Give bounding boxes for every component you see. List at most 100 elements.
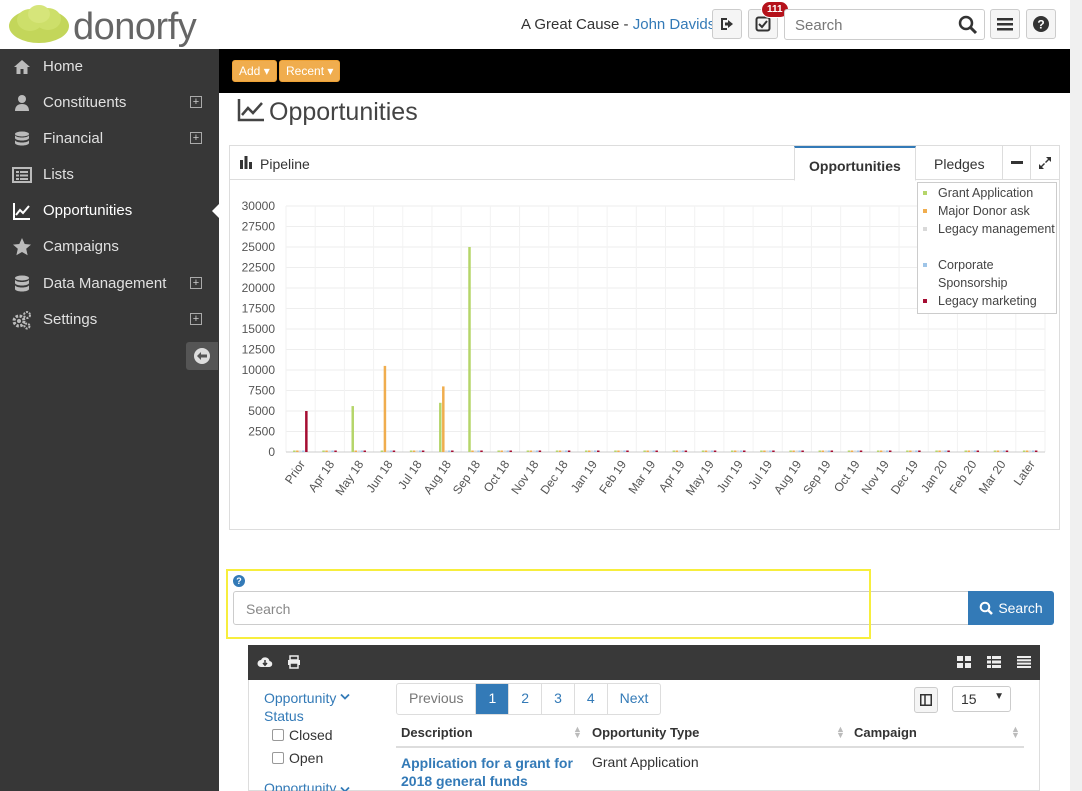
search-button[interactable]: Search	[968, 591, 1054, 625]
user-name-link[interactable]: John Davids	[633, 16, 716, 33]
sidebar-item-lists[interactable]: Lists	[0, 157, 219, 193]
column-chooser-button[interactable]	[914, 687, 938, 713]
bar	[597, 450, 600, 452]
page-size-value: 15	[961, 691, 977, 707]
bar	[772, 450, 775, 452]
x-tick-label: Feb 20	[947, 457, 980, 496]
column-header-campaign[interactable]: Campaign	[854, 725, 917, 740]
previous-page-button[interactable]: Previous	[397, 684, 477, 714]
bar	[439, 402, 442, 452]
expand-icon[interactable]: +	[190, 96, 202, 108]
filter-opportunity-group2[interactable]: Opportunity	[264, 780, 350, 791]
bar	[973, 450, 977, 452]
grid-view-icon[interactable]	[957, 656, 971, 668]
description-link[interactable]: Application for a grant for 2018 general…	[401, 754, 576, 790]
results-toolbar	[248, 645, 1040, 680]
x-tick-label: Dec 18	[538, 457, 571, 496]
tab-opportunities[interactable]: Opportunities	[794, 146, 916, 181]
cloud-download-icon[interactable]	[257, 655, 273, 669]
bar	[847, 450, 851, 452]
bar	[947, 450, 950, 452]
filter-closed-checkbox[interactable]	[272, 729, 284, 741]
bar	[730, 450, 734, 452]
search-icon[interactable]	[958, 15, 978, 35]
bar	[760, 450, 763, 452]
bar	[614, 450, 617, 452]
legend-item[interactable]: Legacy management	[923, 220, 1056, 238]
bar	[360, 450, 363, 452]
x-tick-label: Jan 19	[568, 457, 600, 495]
filter-open-checkbox[interactable]	[272, 752, 284, 764]
page-scrollbar[interactable]	[1070, 0, 1082, 791]
column-header-opportunity-type[interactable]: Opportunity Type	[592, 725, 699, 740]
legend-item[interactable]: Corporate Sponsorship	[923, 256, 1056, 292]
x-tick-label: Feb 19	[596, 457, 629, 496]
sidebar-item-settings[interactable]: Settings +	[0, 302, 219, 338]
legend-item[interactable]: Grant Application	[923, 184, 1056, 202]
bar	[736, 450, 740, 452]
bar	[415, 450, 419, 452]
legend-swatch	[923, 227, 927, 231]
y-tick-label: 5000	[248, 404, 275, 418]
menu-button[interactable]	[990, 9, 1020, 39]
next-page-button[interactable]: Next	[608, 684, 661, 714]
bar	[649, 450, 652, 452]
bar	[331, 450, 334, 452]
print-icon[interactable]	[287, 655, 301, 669]
bar	[701, 450, 705, 452]
bar	[643, 450, 646, 452]
sort-icon[interactable]: ▲ ▼	[836, 725, 845, 740]
sort-icon[interactable]: ▲ ▼	[1011, 725, 1020, 740]
tasks-button[interactable]: 111	[748, 1, 789, 39]
sidebar-item-home[interactable]: Home	[0, 49, 219, 85]
help-button[interactable]: ?	[1026, 9, 1056, 39]
bar	[1025, 450, 1029, 452]
sidebar-item-data-management[interactable]: Data Management +	[0, 266, 219, 302]
minimize-button[interactable]	[1002, 146, 1030, 180]
legend-item[interactable]: Legacy marketing	[923, 292, 1056, 310]
hamburger-icon	[997, 18, 1013, 31]
bar	[567, 450, 571, 452]
bar	[918, 450, 921, 452]
search-button-label: Search	[998, 600, 1043, 616]
filter-opportunity-status[interactable]: Opportunity Status	[264, 689, 374, 725]
x-tick-label: Nov 19	[859, 457, 892, 496]
page-4-button[interactable]: 4	[575, 684, 608, 714]
sidebar-item-financial[interactable]: Financial +	[0, 121, 219, 157]
bar	[448, 450, 451, 452]
column-header-description[interactable]: Description	[401, 725, 473, 740]
collapse-sidebar-button[interactable]	[186, 342, 218, 370]
donorfy-logo[interactable]: donorfy	[8, 4, 198, 48]
sidebar-item-constituents[interactable]: Constituents +	[0, 85, 219, 121]
sidebar-item-campaigns[interactable]: Campaigns	[0, 229, 219, 265]
recent-dropdown-button[interactable]: Recent ▾	[279, 60, 341, 82]
bar	[354, 450, 357, 452]
top-search-input[interactable]: Search	[784, 9, 985, 40]
add-dropdown-button[interactable]: Add ▾	[232, 60, 277, 82]
expand-panel-button[interactable]	[1030, 146, 1059, 180]
sign-out-button[interactable]	[712, 9, 742, 39]
sidebar-item-label: Data Management	[43, 275, 167, 292]
x-tick-label: Sep 19	[800, 457, 833, 496]
expand-icon[interactable]: +	[190, 132, 202, 144]
table-view-icon[interactable]	[1017, 656, 1031, 668]
legend-item[interactable]: Major Donor ask	[923, 202, 1056, 220]
page-2-button[interactable]: 2	[509, 684, 543, 714]
sidebar-item-opportunities[interactable]: Opportunities	[0, 193, 219, 229]
page-3-button[interactable]: 3	[542, 684, 575, 714]
list-view-icon[interactable]	[987, 656, 1001, 668]
page-1-button[interactable]: 1	[476, 684, 510, 714]
line-chart-icon	[13, 203, 30, 220]
bar	[646, 450, 649, 452]
x-tick-label: Nov 18	[508, 457, 541, 496]
bar	[999, 450, 1003, 452]
legend-label: Corporate Sponsorship	[938, 258, 1008, 290]
page-size-select[interactable]: 15 ▼	[952, 686, 1011, 712]
bar	[879, 450, 883, 452]
expand-icon[interactable]: +	[190, 277, 202, 289]
x-tick-label: May 18	[332, 457, 366, 498]
sort-icon[interactable]: ▲ ▼	[573, 725, 582, 740]
expand-icon[interactable]: +	[190, 313, 202, 325]
y-tick-label: 10000	[242, 363, 276, 377]
tab-pledges[interactable]: Pledges	[920, 146, 999, 180]
